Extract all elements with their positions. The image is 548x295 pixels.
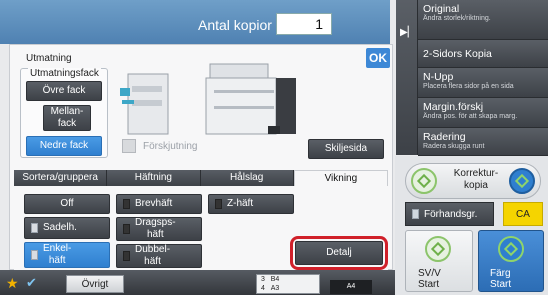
proof-copy-label: Korrektur- kopia xyxy=(453,168,499,191)
tray-num: 3 xyxy=(261,276,265,283)
menu-item-margin-sub: Ändra pos. för att skapa marg. xyxy=(423,113,518,120)
menu-item-nup-sub: Placera flera sidor på en sida xyxy=(423,83,514,90)
paper-size-indicator: A4 xyxy=(330,280,372,294)
proof-color-icon xyxy=(509,168,535,194)
fold-accordion-button[interactable]: Dragsps- häft xyxy=(116,217,202,241)
fold-z-label: Z-häft xyxy=(227,198,254,209)
preview-label: Förhandsgr. xyxy=(424,208,478,220)
shift-checkbox[interactable] xyxy=(122,139,136,153)
start-bw-label: SV/V Start xyxy=(418,268,441,290)
double-fold-icon xyxy=(123,251,130,261)
fold-z-button[interactable]: Z-häft xyxy=(208,194,294,214)
panel-title: Utmatning xyxy=(26,53,72,64)
tab-punch[interactable]: Hålslag xyxy=(200,170,294,186)
saddle-fold-icon xyxy=(31,223,38,233)
separator-button[interactable]: Skiljesida xyxy=(308,139,384,159)
menu-item-original[interactable]: Original Ändra storlek/riktning. xyxy=(418,0,548,40)
tab-sort-group[interactable]: Sortera/gruppera xyxy=(14,170,108,186)
menu-item-nup-label: N-Upp xyxy=(423,71,454,83)
menu-item-duplex[interactable]: 2-Sidors Kopia xyxy=(418,40,548,68)
tab-bar: Sortera/gruppera Häftning Hålslag Viknin… xyxy=(14,170,388,186)
tray-group-label: Utmatningsfack xyxy=(28,68,101,79)
accordion-fold-icon xyxy=(123,224,130,234)
tab-folding[interactable]: Vikning xyxy=(293,170,388,186)
start-bw-icon xyxy=(425,236,451,262)
menu-item-erase-label: Radering xyxy=(423,131,466,143)
menu-item-erase-sub: Radera skugga runt xyxy=(423,143,485,150)
menu-item-margin[interactable]: Margin.förskj Ändra pos. för att skapa m… xyxy=(418,98,548,128)
fold-off-button[interactable]: Off xyxy=(24,194,110,214)
fold-single-button[interactable]: Enkel- häft xyxy=(24,242,110,268)
tray-upper-button[interactable]: Övre fack xyxy=(26,81,102,101)
menu-item-duplex-label: 2-Sidors Kopia xyxy=(423,47,492,60)
fold-letter-label: Brevhäft xyxy=(135,198,173,209)
menu-item-margin-label: Margin.förskj xyxy=(423,101,484,113)
menu-toggle[interactable] xyxy=(396,0,418,155)
proof-bw-icon xyxy=(411,168,437,194)
preview-button[interactable]: Förhandsgr. xyxy=(405,202,494,226)
tray-status-row: 4 A3 xyxy=(261,284,319,293)
printer-illustration xyxy=(120,63,296,135)
copies-label: Antal kopior xyxy=(198,17,272,33)
tray-middle-button[interactable]: Mellan- fack xyxy=(43,105,91,131)
fold-double-label: Dubbel- häft xyxy=(135,244,171,267)
play-arrow-icon: ▶▏ xyxy=(400,27,416,38)
fold-saddle-button[interactable]: Sadelh. xyxy=(24,217,110,239)
tray-status-row: 3 B4 xyxy=(261,275,319,284)
check-icon[interactable]: ✔ xyxy=(26,275,37,291)
fold-double-button[interactable]: Dubbel- häft xyxy=(116,244,202,268)
fold-letter-button[interactable]: Brevhäft xyxy=(116,194,202,214)
fold-accordion-label: Dragsps- häft xyxy=(135,217,176,240)
menu-item-erase[interactable]: Radering Radera skugga runt xyxy=(418,128,548,156)
clear-all-button[interactable]: CA xyxy=(503,202,543,226)
menu-item-original-sub: Ändra storlek/riktning. xyxy=(423,15,491,22)
tray-size: A3 xyxy=(270,285,280,292)
copies-input[interactable]: 1 xyxy=(276,13,332,35)
tray-num: 4 xyxy=(261,285,265,292)
start-color-icon xyxy=(498,236,524,262)
menu-item-nup[interactable]: N-Upp Placera flera sidor på en sida xyxy=(418,68,548,98)
shift-label: Förskjutning xyxy=(143,141,198,152)
letter-fold-icon xyxy=(123,199,130,209)
fold-saddle-label: Sadelh. xyxy=(43,222,77,233)
single-fold-icon xyxy=(31,250,38,260)
detail-button[interactable]: Detalj xyxy=(295,241,383,265)
menu-item-original-label: Original xyxy=(423,3,460,15)
tray-status: 3 B4 4 A3 xyxy=(256,274,320,294)
tray-lower-button[interactable]: Nedre fack xyxy=(26,136,102,156)
fold-single-label: Enkel- häft xyxy=(43,243,72,266)
other-button[interactable]: Övrigt xyxy=(66,275,124,293)
z-fold-icon xyxy=(215,199,222,209)
tray-size: B4 xyxy=(270,276,280,283)
start-color-label: Färg Start xyxy=(490,268,512,290)
star-icon[interactable]: ★ xyxy=(6,275,19,292)
preview-icon xyxy=(412,209,419,219)
tab-stapling[interactable]: Häftning xyxy=(107,170,201,186)
